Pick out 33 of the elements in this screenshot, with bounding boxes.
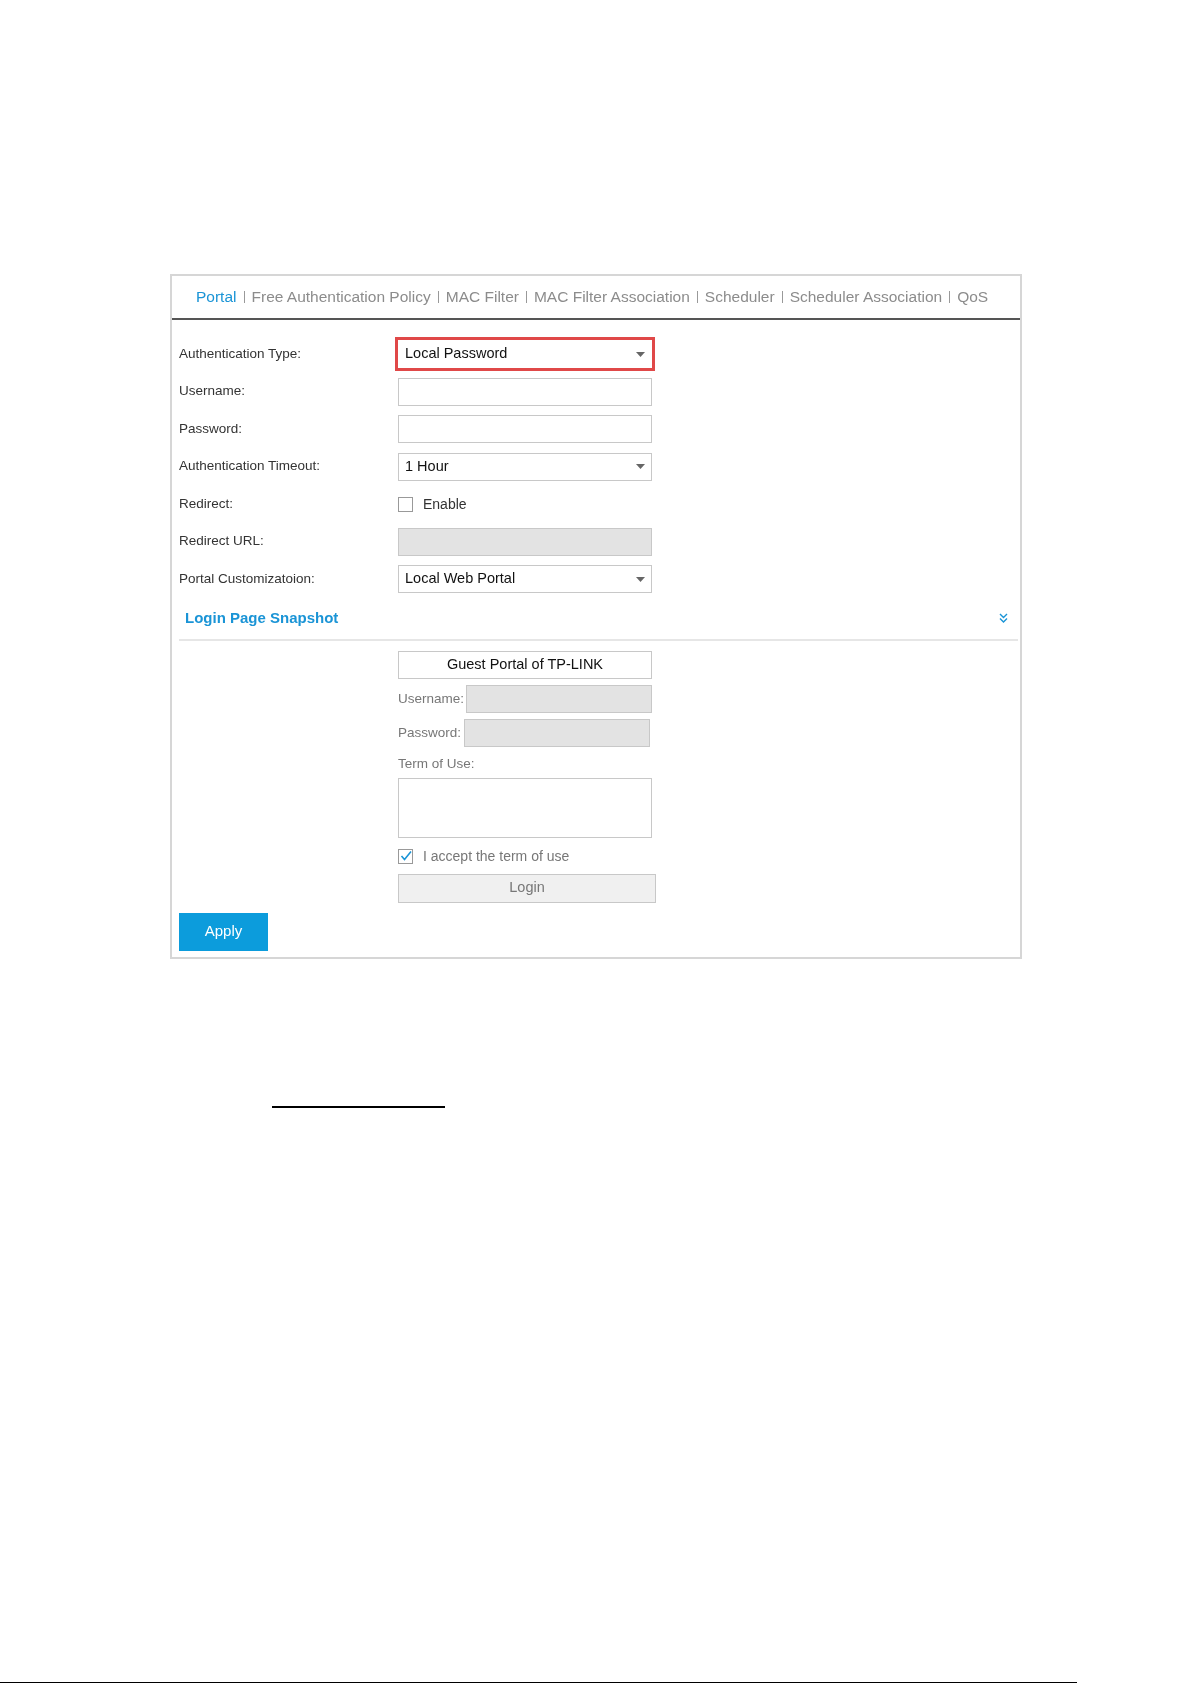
tab[interactable]: QoS bbox=[957, 285, 989, 309]
tab[interactable]: Portal bbox=[196, 285, 237, 309]
dropdown[interactable]: 1 Hour bbox=[398, 452, 652, 481]
field-label: Redirect: bbox=[179, 494, 235, 513]
section-title: Login Page Snapshot bbox=[185, 607, 339, 628]
caret-icon bbox=[636, 576, 645, 582]
field-label: Password: bbox=[398, 724, 462, 743]
caret-icon bbox=[636, 464, 645, 469]
field-label: Authentication Timeout: bbox=[179, 457, 322, 476]
checkbox[interactable] bbox=[398, 496, 413, 512]
field-label: Username: bbox=[398, 690, 465, 709]
field-label: Authentication Type: bbox=[179, 344, 303, 363]
dropdown[interactable]: Local Password bbox=[395, 337, 655, 371]
tab[interactable]: MAC Filter bbox=[445, 285, 519, 309]
field-label: Password: bbox=[179, 419, 244, 438]
tab[interactable]: MAC Filter Association bbox=[533, 285, 690, 309]
portal-title: Guest Portal of TP-LINK bbox=[398, 651, 652, 680]
dropdown[interactable]: Local Web Portal bbox=[398, 565, 652, 593]
login-button[interactable]: Login bbox=[398, 873, 656, 903]
field-label: Term of Use: bbox=[398, 755, 476, 774]
caret-icon bbox=[636, 351, 645, 357]
apply-button[interactable]: Apply bbox=[179, 912, 268, 951]
field-label: Redirect URL: bbox=[179, 532, 265, 551]
input-field[interactable] bbox=[398, 377, 652, 406]
tab[interactable]: Scheduler bbox=[704, 285, 775, 309]
checkbox-label: I accept the term of use bbox=[423, 846, 570, 866]
field-label: Username: bbox=[179, 382, 247, 401]
tab[interactable]: Scheduler Association bbox=[789, 285, 943, 309]
checkbox-label: Enable bbox=[423, 494, 467, 514]
double-chevron-icon[interactable] bbox=[999, 613, 1008, 623]
input-field[interactable] bbox=[398, 415, 652, 443]
tab[interactable]: Free Authentication Policy bbox=[251, 285, 431, 309]
field-label: Portal Customizatoion: bbox=[179, 569, 316, 588]
